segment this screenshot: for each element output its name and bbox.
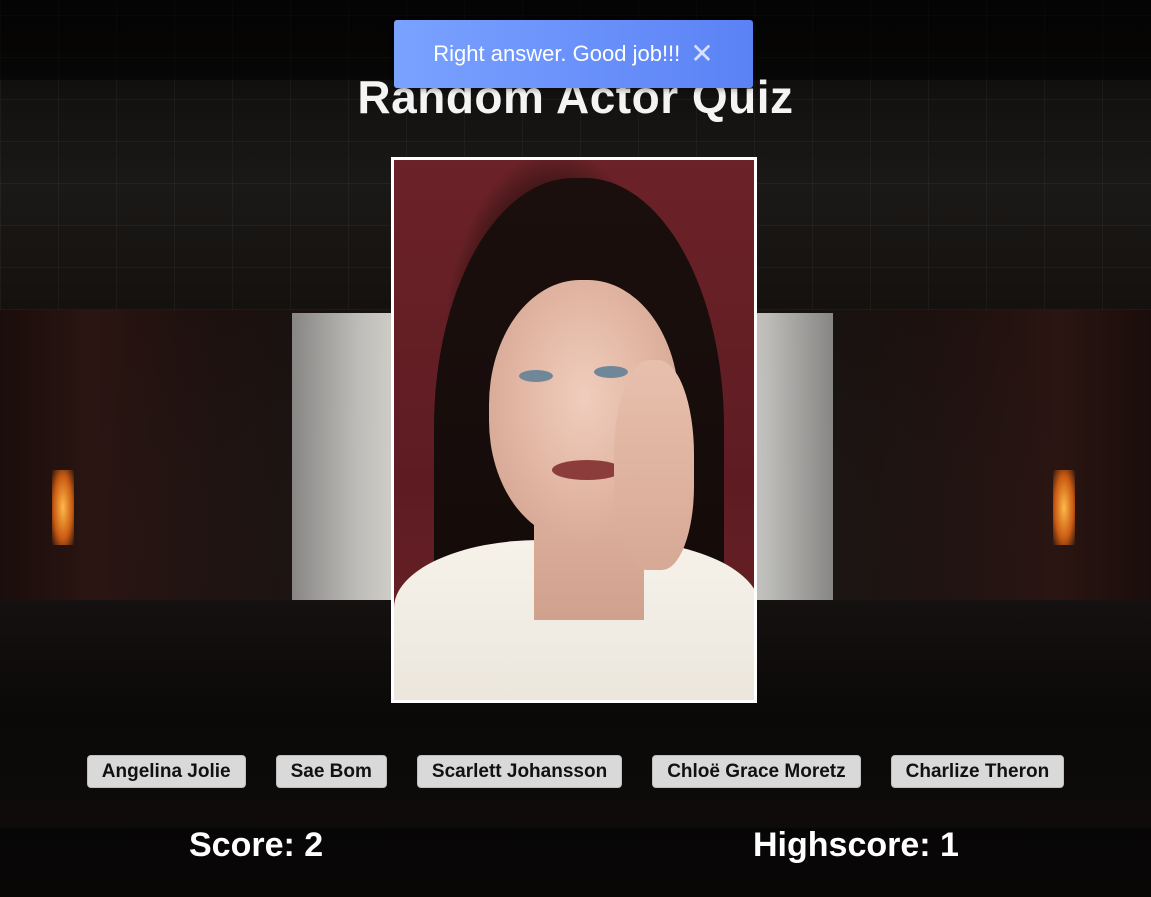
answer-options: Angelina Jolie Sae Bom Scarlett Johansso… (0, 755, 1151, 788)
footer-band (0, 828, 1151, 897)
photo-hand (614, 360, 694, 570)
option-button-scarlett-johansson[interactable]: Scarlett Johansson (416, 755, 623, 788)
photo-eye-right (594, 366, 628, 378)
option-button-chloe-grace-moretz[interactable]: Chloë Grace Moretz (652, 755, 861, 788)
photo-lips (552, 460, 622, 480)
score-display: Score: 2 (189, 826, 324, 864)
highscore-display: Highscore: 1 (753, 826, 959, 864)
actor-photo (391, 157, 757, 703)
toast-message: Right answer. Good job!!! (433, 41, 681, 66)
wall-light-left (52, 470, 74, 545)
option-button-angelina-jolie[interactable]: Angelina Jolie (86, 755, 246, 788)
success-toast: Right answer. Good job!!! ✕ (394, 20, 753, 88)
option-button-sae-bom[interactable]: Sae Bom (275, 755, 387, 788)
wall-light-right (1053, 470, 1075, 545)
close-icon[interactable]: ✕ (690, 40, 713, 68)
option-button-charlize-theron[interactable]: Charlize Theron (890, 755, 1065, 788)
photo-eye-left (519, 370, 553, 382)
